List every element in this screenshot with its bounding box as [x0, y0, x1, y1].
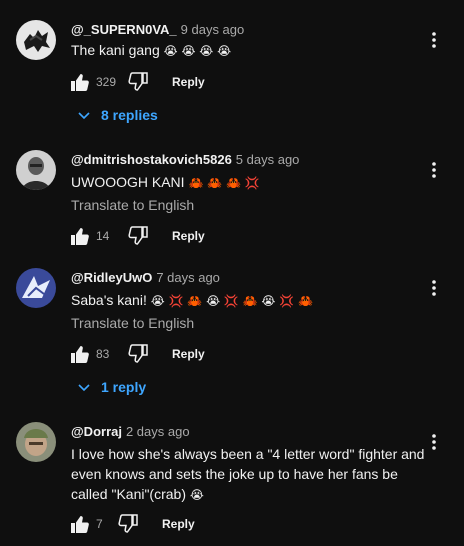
comment-actions: 14 Reply [68, 224, 205, 248]
comment-actions: 83 Reply [68, 342, 205, 366]
chevron-down-icon [78, 384, 90, 392]
comment-header: @Dorraj 2 days ago [71, 424, 190, 439]
avatar[interactable] [16, 150, 56, 190]
avatar[interactable] [16, 422, 56, 462]
comment-emoji: 🦀 🦀 🦀 💢 [188, 176, 260, 190]
like-count: 329 [96, 75, 117, 89]
comment-header: @dmitrishostakovich5826 5 days ago [71, 152, 299, 167]
reply-button[interactable]: Reply [172, 75, 205, 89]
thumbs-down-icon[interactable] [116, 512, 140, 536]
comment-text: I love how she's always been a "4 letter… [71, 444, 431, 505]
thumbs-down-icon[interactable] [126, 70, 150, 94]
like-count: 14 [96, 229, 110, 243]
view-replies-button[interactable]: 8 replies [77, 105, 158, 125]
avatar[interactable] [16, 20, 56, 60]
comment-text-content: UWOOOGH KANI [71, 174, 185, 190]
comment-text-content: I love how she's always been a "4 letter… [71, 446, 425, 502]
comment-actions: 329 Reply [68, 70, 205, 94]
thumbs-up-icon[interactable] [68, 70, 92, 94]
comment-header: @RidleyUwO 7 days ago [71, 270, 220, 285]
dark-creature-avatar-icon [16, 20, 56, 60]
comment-author[interactable]: @Dorraj [71, 424, 122, 439]
comment-author[interactable]: @dmitrishostakovich5826 [71, 152, 232, 167]
more-vert-icon[interactable] [422, 430, 446, 454]
comment-time[interactable]: 9 days ago [181, 22, 245, 37]
comment-emoji: 😭 😭 😭 😭 [163, 44, 232, 58]
thumbs-down-icon[interactable] [126, 342, 150, 366]
photo-avatar-icon [16, 422, 56, 462]
comment-text-content: Saba's kani! [71, 292, 147, 308]
comment-author[interactable]: @RidleyUwO [71, 270, 152, 285]
comment-actions: 7 Reply [68, 512, 195, 536]
comment-text: UWOOOGH KANI 🦀 🦀 🦀 💢 [71, 172, 431, 193]
comment-time[interactable]: 5 days ago [236, 152, 300, 167]
replies-count-label: 1 reply [101, 379, 147, 395]
chevron-down-icon [78, 112, 90, 120]
reply-button[interactable]: Reply [172, 229, 205, 243]
view-replies-button[interactable]: 1 reply [77, 377, 146, 397]
thumbs-up-icon[interactable] [68, 224, 92, 248]
comment-text: The kani gang 😭 😭 😭 😭 [71, 40, 431, 61]
more-vert-icon[interactable] [422, 28, 446, 52]
reply-button[interactable]: Reply [162, 517, 195, 531]
more-vert-icon[interactable] [422, 276, 446, 300]
portrait-avatar-icon [16, 150, 56, 190]
like-count: 83 [96, 347, 110, 361]
replies-count-label: 8 replies [101, 107, 158, 123]
comment-emoji: 😭 [189, 488, 204, 502]
thumbs-up-icon[interactable] [68, 342, 92, 366]
avatar[interactable] [16, 268, 56, 308]
like-count: 7 [96, 517, 103, 531]
translate-button[interactable]: Translate to English [71, 197, 194, 213]
comment-time[interactable]: 7 days ago [156, 270, 220, 285]
comment-emoji: 😭 💢 🦀 😭 💢 🦀 😭 💢 🦀 [150, 294, 313, 308]
more-vert-icon[interactable] [422, 158, 446, 182]
comment-text-content: The kani gang [71, 42, 160, 58]
comment-time[interactable]: 2 days ago [126, 424, 190, 439]
translate-button[interactable]: Translate to English [71, 315, 194, 331]
reply-button[interactable]: Reply [172, 347, 205, 361]
shark-avatar-icon [16, 268, 56, 308]
comment-author[interactable]: @_SUPERN0VA_ [71, 22, 177, 37]
thumbs-down-icon[interactable] [126, 224, 150, 248]
comment-text: Saba's kani! 😭 💢 🦀 😭 💢 🦀 😭 💢 🦀 [71, 290, 431, 311]
thumbs-up-icon[interactable] [68, 512, 92, 536]
comment-header: @_SUPERN0VA_ 9 days ago [71, 22, 244, 37]
